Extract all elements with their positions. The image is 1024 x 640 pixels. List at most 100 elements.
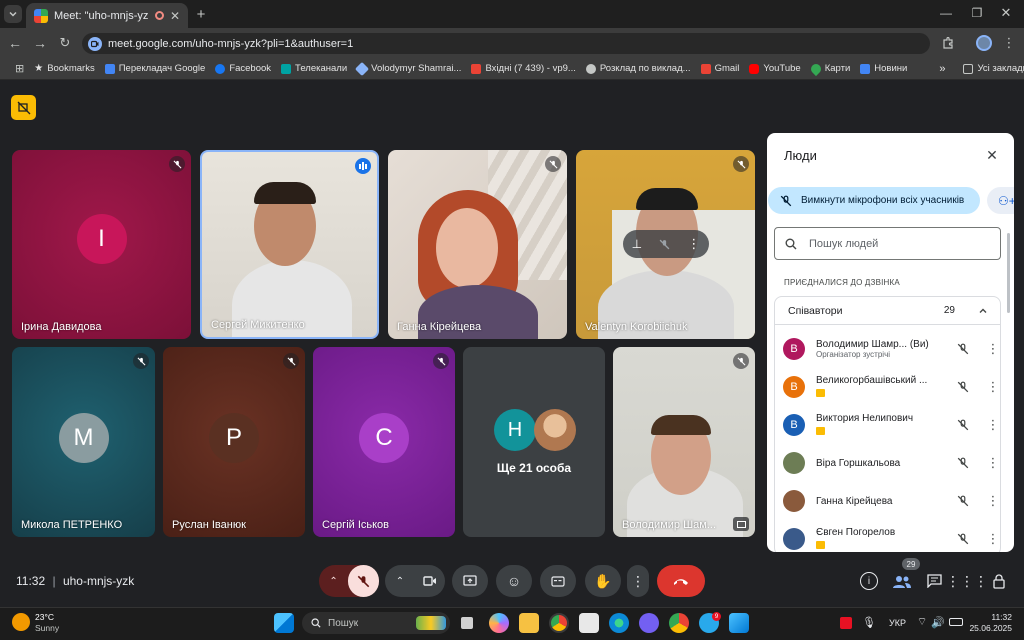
more-bookmarks-icon[interactable]: » — [934, 63, 950, 75]
mic-options-chevron-icon[interactable]: ⌃ — [319, 565, 348, 597]
close-panel-button[interactable]: ✕ — [984, 147, 1000, 163]
more-options-icon[interactable]: ⋮ — [983, 341, 1003, 357]
camera-options-chevron-icon[interactable]: ⌃ — [385, 565, 415, 597]
minimize-button[interactable]: — — [938, 5, 954, 21]
group-header[interactable]: Співавтори 29 — [775, 297, 1000, 325]
participant-tile[interactable]: І Ірина Давидова — [12, 150, 191, 339]
mic-off-icon[interactable] — [953, 495, 973, 507]
bookmark-item[interactable]: Gmail — [696, 63, 745, 74]
reload-button[interactable]: ↻ — [56, 34, 74, 52]
search-people-input[interactable]: Пошук людей — [774, 227, 1001, 260]
file-explorer-icon[interactable] — [519, 613, 539, 633]
extensions-button[interactable] — [940, 34, 956, 52]
more-options-icon[interactable]: ⋮ — [983, 493, 1003, 509]
battery-icon[interactable] — [949, 618, 963, 626]
bookmark-item[interactable]: Новини — [855, 63, 912, 74]
restore-button[interactable]: ❐ — [969, 4, 985, 22]
raise-hand-button[interactable]: ✋ — [585, 565, 621, 597]
mic-off-icon[interactable] — [953, 533, 973, 545]
people-button[interactable] — [890, 569, 914, 593]
mute-all-button[interactable]: Вимкнути мікрофони всіх учасників — [768, 187, 980, 214]
close-window-button[interactable]: ✕ — [998, 4, 1014, 22]
mic-off-icon[interactable] — [953, 457, 973, 469]
bookmark-item[interactable]: YouTube — [744, 63, 805, 74]
weather-sun-icon[interactable] — [12, 613, 30, 631]
mic-toggle-button[interactable] — [348, 565, 379, 597]
bookmark-item[interactable]: Вхідні (7 439) - vp9... — [466, 63, 580, 74]
new-tab-button[interactable]: + — [193, 5, 209, 23]
participant-row[interactable]: Віра Горшкальова ⋮ — [783, 447, 1003, 479]
tab-search-button[interactable] — [4, 5, 22, 23]
address-bar[interactable]: meet.google.com/uho-mnjs-yzk?pli=1&authu… — [82, 33, 930, 54]
participant-row[interactable]: В Володимир Шамр... (Ви) Організатор зуст… — [783, 333, 1003, 365]
chrome-menu-button[interactable]: ⋮ — [1002, 34, 1016, 52]
participant-tile[interactable]: Р Руслан Іванюк — [163, 347, 305, 537]
participant-row[interactable]: Ганна Кірейцева ⋮ — [783, 485, 1003, 517]
system-clock[interactable]: 11:32 25.06.2025 — [968, 612, 1012, 634]
bookmark-item[interactable]: ★ Bookmarks — [29, 63, 99, 74]
participant-tile[interactable]: Ганна Кірейцева — [388, 150, 567, 339]
volume-icon[interactable]: 🔊 — [931, 614, 945, 630]
site-info-icon[interactable] — [88, 36, 102, 51]
forward-button[interactable]: → — [31, 34, 49, 52]
all-bookmarks[interactable]: Усі закладки — [958, 63, 1024, 74]
participant-row[interactable]: В Великогорбашівський ... ⋮ — [783, 371, 1003, 403]
participant-tile-speaking[interactable]: Сергей Микитенко — [200, 150, 379, 339]
microphone-tray-icon[interactable]: 🎙 — [862, 614, 876, 630]
close-tab-icon[interactable]: ✕ — [170, 9, 180, 23]
mic-off-icon[interactable] — [659, 239, 670, 250]
host-controls-button[interactable] — [990, 572, 1008, 590]
wifi-icon[interactable]: ⌔ — [915, 614, 929, 630]
browser-tab[interactable]: Meet: "uho-mnjs-yzk" ✕ — [26, 3, 188, 28]
apps-icon[interactable]: ⊞ — [10, 62, 29, 75]
more-options-icon[interactable]: ⋮ — [983, 531, 1003, 547]
mic-off-icon[interactable] — [953, 419, 973, 431]
mic-off-icon[interactable] — [953, 381, 973, 393]
more-options-icon[interactable]: ⋮ — [983, 379, 1003, 395]
more-options-button[interactable]: ⋮ — [627, 565, 649, 597]
pin-icon[interactable]: ⊥ — [632, 237, 642, 251]
chat-button[interactable] — [925, 572, 943, 590]
bookmark-item[interactable]: Розклад по виклад... — [581, 63, 696, 74]
back-button[interactable]: ← — [6, 34, 24, 52]
windows-start-icon[interactable] — [274, 613, 294, 633]
others-tile[interactable]: Н Ще 21 особа — [463, 347, 605, 537]
participant-tile[interactable]: С Сергій Іськов — [313, 347, 455, 537]
bookmark-item[interactable]: Телеканали — [276, 63, 352, 74]
copilot-icon[interactable] — [489, 613, 509, 633]
chrome-icon[interactable] — [549, 613, 569, 633]
edge-icon[interactable] — [609, 613, 629, 633]
bookmark-item[interactable]: Facebook — [210, 63, 276, 74]
mic-off-icon[interactable] — [953, 343, 973, 355]
camera-toggle-button[interactable] — [415, 565, 445, 597]
bookmark-item[interactable]: Карти — [806, 61, 856, 76]
notifications-icon[interactable] — [1015, 614, 1021, 630]
more-options-icon[interactable]: ⋮ — [983, 417, 1003, 433]
more-options-icon[interactable]: ⋮ — [983, 455, 1003, 471]
antivirus-tray-icon[interactable] — [840, 617, 852, 629]
leave-call-button[interactable] — [657, 565, 705, 597]
participant-tile-self[interactable]: Володимир Шам... — [613, 347, 755, 537]
reactions-button[interactable]: ☺ — [496, 565, 532, 597]
participant-tile[interactable]: М Микола ПЕТРЕНКО — [12, 347, 155, 537]
participant-row[interactable]: Євген Погорелов ⋮ — [783, 523, 1003, 552]
profile-avatar[interactable] — [976, 35, 992, 51]
activities-button[interactable]: ⋮⋮⋮ — [946, 572, 988, 590]
participant-tile[interactable]: ⊥ ⋮ Valentyn Korobiichuk — [576, 150, 755, 339]
store-icon[interactable] — [579, 613, 599, 633]
photos-icon[interactable] — [729, 613, 749, 633]
viber-icon[interactable] — [639, 613, 659, 633]
add-people-button[interactable]: ⚇+ — [987, 187, 1014, 214]
taskbar-search[interactable]: Пошук — [302, 612, 450, 634]
bookmark-item[interactable]: Volodymyr Shamrai... — [352, 61, 466, 76]
language-indicator[interactable]: УКР — [889, 618, 906, 628]
weather-widget[interactable]: 23°C Sunny — [35, 612, 59, 634]
task-view-icon[interactable] — [459, 615, 475, 631]
pip-icon[interactable] — [733, 517, 749, 531]
panel-scrollbar[interactable] — [1007, 233, 1010, 313]
more-options-icon[interactable]: ⋮ — [687, 236, 700, 252]
present-button[interactable] — [452, 565, 488, 597]
chrome-profile-icon[interactable] — [669, 613, 689, 633]
hosting-indicator[interactable] — [11, 95, 36, 120]
captions-button[interactable] — [540, 565, 576, 597]
